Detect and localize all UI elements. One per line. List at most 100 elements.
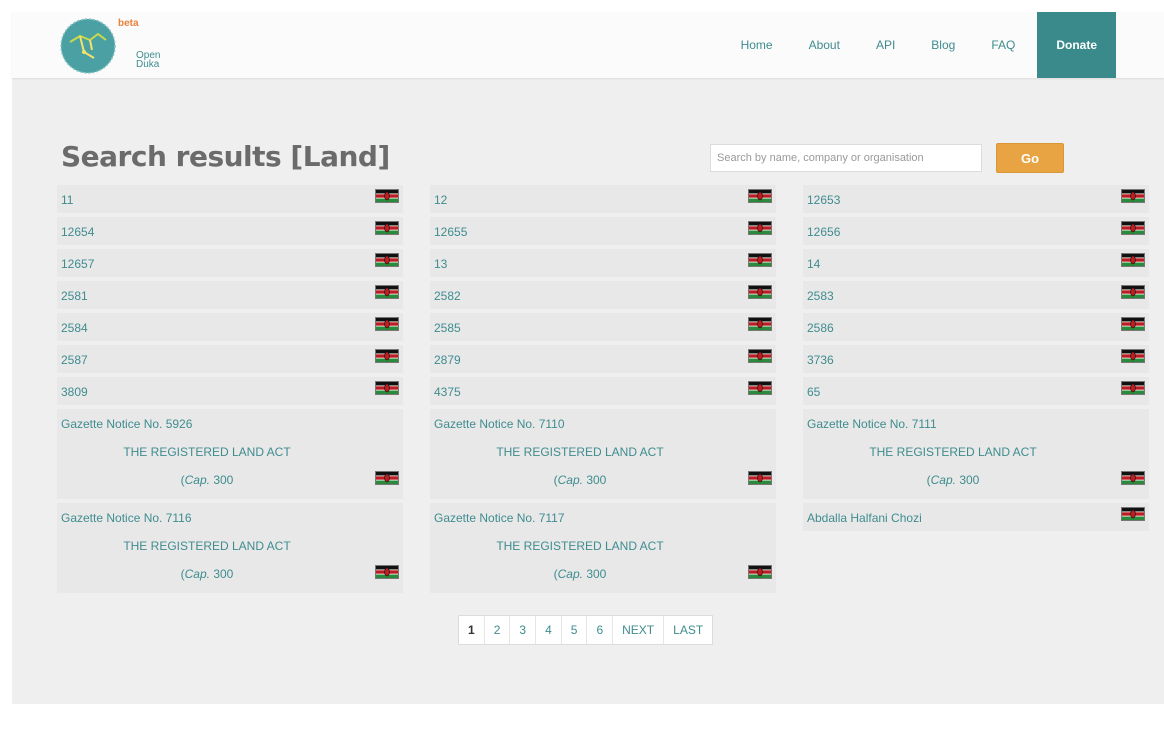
kenya-flag-icon	[748, 221, 772, 235]
result-item[interactable]: 12657	[57, 249, 403, 277]
results-column: 12653 12656 14 2583 2586 3736 65 Gazette Notice…	[803, 185, 1149, 535]
result-name-link[interactable]: Gazette Notice No. 7111	[807, 417, 937, 431]
logo-line-duka: Duka	[136, 59, 160, 70]
result-item[interactable]: Gazette Notice No. 5926 THE REGISTERED LA…	[57, 409, 403, 499]
result-name-link[interactable]: Gazette Notice No. 7116	[61, 511, 192, 525]
result-item[interactable]: 13	[430, 249, 776, 277]
result-cap-label: (Cap. 300	[430, 567, 730, 581]
go-button[interactable]: Go	[996, 143, 1064, 173]
cap-number: 300	[956, 473, 980, 487]
nav-blog[interactable]: Blog	[931, 12, 955, 78]
search-input[interactable]	[710, 144, 982, 172]
result-item[interactable]: 3736	[803, 345, 1149, 373]
result-name-link[interactable]: 12656	[807, 225, 840, 239]
result-name-link[interactable]: 2583	[807, 289, 834, 303]
result-item[interactable]: 2581	[57, 281, 403, 309]
result-item[interactable]: 2582	[430, 281, 776, 309]
results-grid: 11 12654 12657 2581 2584 2587 3809 Gazette Noti…	[57, 185, 1149, 605]
nav-api[interactable]: API	[876, 12, 895, 78]
pagination: 1 2 3 4 5 6 NEXT LAST	[458, 615, 714, 645]
result-name-link[interactable]: 11	[61, 193, 73, 207]
last-page-link[interactable]: LAST	[663, 616, 712, 644]
nav-home[interactable]: Home	[741, 12, 773, 78]
page-6-link[interactable]: 6	[586, 616, 612, 644]
result-name-link[interactable]: 4375	[434, 385, 461, 399]
result-item[interactable]: 12655	[430, 217, 776, 245]
result-name-link[interactable]: Gazette Notice No. 7110	[434, 417, 565, 431]
page-5-link[interactable]: 5	[560, 616, 587, 644]
kenya-flag-icon	[1121, 381, 1145, 395]
page-title: Search results [Land]	[61, 140, 390, 173]
result-name-link[interactable]: 2584	[61, 321, 88, 335]
result-name-link[interactable]: 12653	[807, 193, 840, 207]
open-duka-logo[interactable]: beta Open Duka	[58, 14, 178, 74]
result-item[interactable]: 3809	[57, 377, 403, 405]
site-header: beta Open Duka Home About API Blog FAQ D…	[12, 12, 1164, 78]
page-1-link[interactable]: 1	[459, 616, 484, 644]
page-4-link[interactable]: 4	[535, 616, 561, 644]
cap-number: 300	[210, 473, 234, 487]
donate-button[interactable]: Donate	[1037, 12, 1116, 78]
result-name-link[interactable]: 2586	[807, 321, 834, 335]
logo-text: Open Duka	[136, 51, 160, 70]
kenya-flag-icon	[375, 253, 399, 267]
result-item[interactable]: 2587	[57, 345, 403, 373]
result-item[interactable]: 12656	[803, 217, 1149, 245]
next-page-link[interactable]: NEXT	[612, 616, 663, 644]
kenya-flag-icon	[748, 471, 772, 485]
kenya-flag-icon	[375, 381, 399, 395]
result-name-link[interactable]: 65	[807, 385, 820, 399]
result-name-link[interactable]: 3736	[807, 353, 834, 367]
result-name-link[interactable]: 2879	[434, 353, 461, 367]
result-item[interactable]: 2583	[803, 281, 1149, 309]
cap-label: Cap.	[557, 473, 583, 487]
page: beta Open Duka Home About API Blog FAQ D…	[12, 12, 1164, 730]
result-item[interactable]: 2586	[803, 313, 1149, 341]
result-name-link[interactable]: 2582	[434, 289, 461, 303]
result-name-link[interactable]: Gazette Notice No. 7117	[434, 511, 565, 525]
result-item[interactable]: 2585	[430, 313, 776, 341]
result-name-link[interactable]: 12654	[61, 225, 94, 239]
result-name-link[interactable]: 12657	[61, 257, 94, 271]
result-item[interactable]: 12653	[803, 185, 1149, 213]
kenya-flag-icon	[748, 285, 772, 299]
result-item[interactable]: 14	[803, 249, 1149, 277]
result-name-link[interactable]: 13	[434, 257, 447, 271]
beta-label: beta	[118, 18, 139, 29]
result-item[interactable]: Gazette Notice No. 7117 THE REGISTERED LA…	[430, 503, 776, 593]
main-nav: Home About API Blog FAQ Donate	[705, 12, 1116, 78]
result-name-link[interactable]: 14	[807, 257, 820, 271]
cap-label: Cap.	[557, 567, 583, 581]
result-name-link[interactable]: 2581	[61, 289, 88, 303]
result-item[interactable]: 4375	[430, 377, 776, 405]
result-item[interactable]: 2584	[57, 313, 403, 341]
result-item[interactable]: 12	[430, 185, 776, 213]
cap-number: 300	[583, 473, 607, 487]
result-item[interactable]: Gazette Notice No. 7111 THE REGISTERED LA…	[803, 409, 1149, 499]
result-item[interactable]: 12654	[57, 217, 403, 245]
result-name-link[interactable]: Gazette Notice No. 5926	[61, 417, 192, 431]
results-column: 11 12654 12657 2581 2584 2587 3809 Gazette Noti…	[57, 185, 403, 597]
kenya-flag-icon	[1121, 221, 1145, 235]
result-item[interactable]: 11	[57, 185, 403, 213]
result-item[interactable]: 2879	[430, 345, 776, 373]
result-item[interactable]: Gazette Notice No. 7116 THE REGISTERED LA…	[57, 503, 403, 593]
nav-faq[interactable]: FAQ	[991, 12, 1015, 78]
result-name-link[interactable]: 3809	[61, 385, 88, 399]
result-name-link[interactable]: 2585	[434, 321, 461, 335]
nav-about[interactable]: About	[809, 12, 840, 78]
kenya-flag-icon	[748, 565, 772, 579]
kenya-flag-icon	[375, 349, 399, 363]
kenya-flag-icon	[1121, 349, 1145, 363]
result-item[interactable]: Gazette Notice No. 7110 THE REGISTERED LA…	[430, 409, 776, 499]
page-3-link[interactable]: 3	[509, 616, 535, 644]
result-name-link[interactable]: 12	[434, 193, 447, 207]
kenya-flag-icon	[748, 253, 772, 267]
result-item[interactable]: Abdalla Halfani Chozi	[803, 503, 1149, 531]
result-item[interactable]: 65	[803, 377, 1149, 405]
result-name-link[interactable]: Abdalla Halfani Chozi	[807, 511, 922, 525]
page-2-link[interactable]: 2	[483, 616, 510, 644]
result-name-link[interactable]: 2587	[61, 353, 88, 367]
kenya-flag-icon	[1121, 189, 1145, 203]
result-name-link[interactable]: 12655	[434, 225, 467, 239]
